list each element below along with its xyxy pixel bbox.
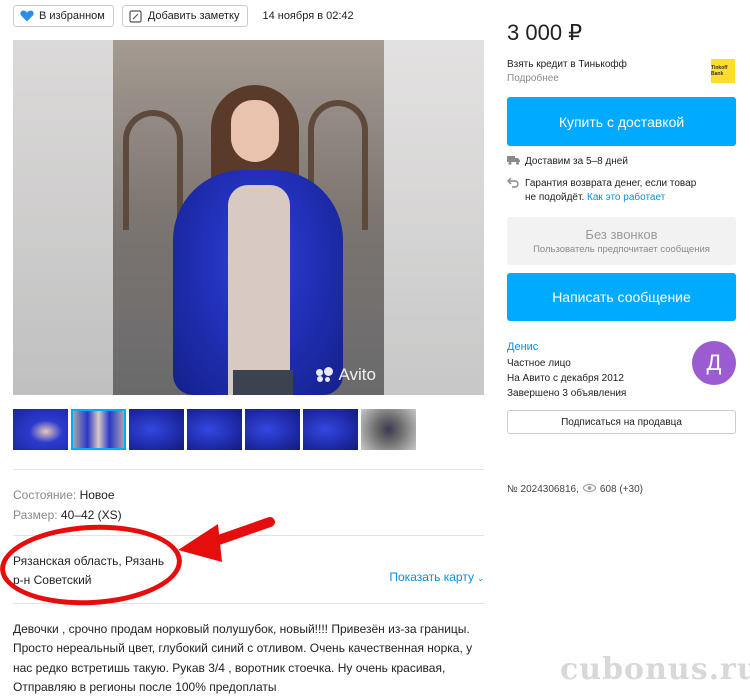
guarantee-info: Гарантия возврата денег, если товар не п… [507,177,696,205]
listing-date: 14 ноября в 02:42 [262,10,354,22]
param-condition: Состояние: Новое [13,488,115,502]
show-map-link[interactable]: Показать карту ⌄ [389,570,484,584]
subscribe-seller-button[interactable]: Подписаться на продавца [507,410,736,434]
thumbnail[interactable] [245,409,300,450]
favorite-button[interactable]: В избранном [13,5,114,27]
seller-since: На Авито с декабря 2012 [507,373,624,384]
divider [13,469,484,470]
thumbnail-strip [13,409,416,450]
seller-type: Частное лицо [507,358,571,369]
delivery-info: Доставим за 5–8 дней [507,155,628,170]
thumbnail[interactable] [13,409,68,450]
eye-icon [582,484,596,495]
toolbar: В избранном Добавить заметку 14 ноября в… [13,5,354,27]
model-sweater [228,185,290,395]
price: 3 000 ₽ [507,20,583,45]
photo-blur-left [13,40,113,395]
avatar[interactable]: Д [692,341,736,385]
thumbnail[interactable] [303,409,358,450]
credit-offer[interactable]: Взять кредит в Тинькофф Подробнее [507,58,627,86]
write-message-button[interactable]: Написать сообщение [507,273,736,321]
how-it-works-link[interactable]: Как это работает [587,192,665,203]
add-note-label: Добавить заметку [147,10,240,22]
seller-name[interactable]: Денис [507,340,626,355]
thumbnail[interactable] [187,409,242,450]
credit-title: Взять кредит в Тинькофф [507,59,627,70]
photo-blur-right [384,40,484,395]
ad-stats: № 2024306816, 608 (+30) [507,484,643,495]
credit-more: Подробнее [507,73,559,84]
avito-logo-icon [315,367,336,383]
model-face [231,100,279,162]
photo-content [113,40,384,395]
red-arrow-annotation [178,517,275,562]
chevron-down-icon: ⌄ [477,574,484,583]
seller-completed: Завершено 3 объявления [507,388,627,399]
thumbnail-selected[interactable] [71,409,126,450]
ad-number: № 2024306816, [507,484,579,495]
avito-watermark: Avito [315,365,376,385]
site-watermark: cubonus.ru [560,652,750,687]
favorite-label: В избранном [39,10,105,22]
param-size: Размер: 40–42 (XS) [13,508,122,522]
tinkoff-logo: Tinkoff Bank [711,59,735,83]
return-icon [507,177,521,205]
thumbnail[interactable] [129,409,184,450]
no-calls-notice: Без звонков Пользователь предпочитает со… [507,217,736,265]
arch-window [123,110,183,230]
description: Девочки , срочно продам норковый полушуб… [13,622,473,694]
view-count: 608 (+30) [599,484,643,495]
add-note-button[interactable]: Добавить заметку [121,5,249,27]
truck-icon [507,155,521,170]
heart-icon [20,9,34,23]
model-jeans [233,370,293,395]
red-circle-annotation [0,520,184,610]
item-params: Состояние: Новое Размер: 40–42 (XS) [13,485,122,525]
note-icon [129,9,143,23]
main-photo[interactable]: Avito [13,40,484,395]
buy-with-delivery-button[interactable]: Купить с доставкой [507,97,736,146]
thumbnail[interactable] [361,409,416,450]
seller-info: Денис Частное лицо На Авито с декабря 20… [507,340,626,401]
